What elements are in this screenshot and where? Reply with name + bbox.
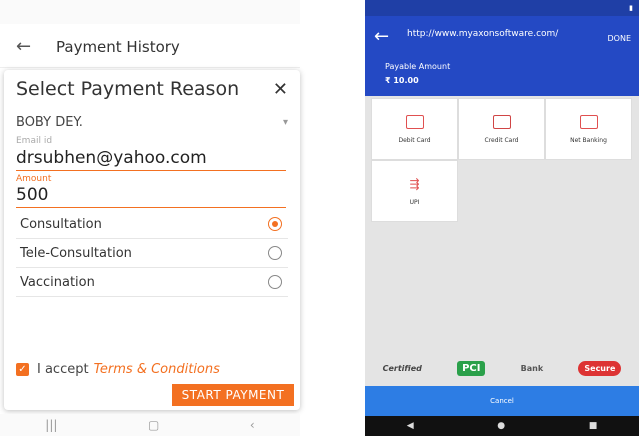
method-debit-card[interactable]: Debit Card: [371, 98, 458, 160]
done-button[interactable]: DONE: [608, 34, 632, 43]
back-arrow-icon[interactable]: ←: [16, 36, 56, 57]
certified-logo: Certified: [382, 363, 422, 373]
status-bar: ▮: [365, 0, 639, 16]
terms-acceptance: ✓ I accept Terms & Conditions: [16, 362, 220, 377]
start-payment-button[interactable]: START PAYMENT: [172, 384, 294, 406]
page-title: Payment History: [56, 37, 180, 56]
radio-selected-icon[interactable]: [268, 217, 282, 231]
recent-apps-icon[interactable]: |||: [45, 418, 57, 432]
monitor-icon: [579, 114, 598, 129]
url-text: http://www.myaxonsoftware.com/: [407, 29, 559, 39]
back-icon[interactable]: ◀: [407, 421, 414, 431]
left-phone-screen: ← Payment History Select Payment Reason …: [0, 0, 300, 436]
dropdown-icon: ▾: [282, 116, 288, 128]
radio-icon[interactable]: [268, 246, 282, 260]
android-nav-bar: ◀ ● ■: [365, 416, 639, 436]
patient-name: BOBY DEY.: [16, 114, 83, 130]
method-label: UPI: [409, 198, 420, 206]
checkbox-checked-icon[interactable]: ✓: [16, 363, 29, 376]
method-upi[interactable]: ⇶ UPI: [371, 160, 458, 222]
method-label: Credit Card: [484, 136, 519, 144]
payable-amount: ₹ 10.00: [385, 76, 419, 85]
upi-icon: ⇶: [409, 176, 420, 191]
email-field[interactable]: drsubhen@yahoo.com: [16, 148, 286, 171]
method-net-banking[interactable]: Net Banking: [545, 98, 632, 160]
cancel-button[interactable]: Cancel: [365, 386, 639, 416]
secure-logo: Secure: [578, 360, 622, 376]
reason-vaccination[interactable]: Vaccination: [16, 268, 288, 297]
dialog-title: Select Payment Reason: [16, 78, 240, 100]
reason-label: Vaccination: [20, 274, 95, 290]
method-credit-card[interactable]: Credit Card: [458, 98, 545, 160]
app-header: ← Payment History: [0, 26, 300, 68]
reason-label: Consultation: [20, 216, 102, 232]
android-nav-bar: ||| ▢ ‹: [0, 414, 300, 436]
right-phone-screen: ▮ ← http://www.myaxonsoftware.com/ DONE …: [365, 0, 639, 436]
browser-header: ← http://www.myaxonsoftware.com/ DONE Pa…: [365, 16, 639, 96]
debit-card-icon: [405, 114, 424, 129]
security-logos: Certified PCI Bank Secure: [365, 354, 639, 382]
terms-link[interactable]: Terms & Conditions: [94, 362, 220, 377]
payment-reason-dialog: Select Payment Reason ✕ BOBY DEY. ▾ Emai…: [4, 70, 300, 410]
amount-field[interactable]: 500: [16, 185, 286, 208]
payable-label: Payable Amount: [385, 62, 451, 71]
bank-logo: Bank: [520, 363, 544, 373]
credit-card-icon: [492, 114, 511, 129]
radio-icon[interactable]: [268, 275, 282, 289]
reason-list: Consultation Tele-Consultation Vaccinati…: [16, 210, 288, 297]
patient-select[interactable]: BOBY DEY. ▾: [16, 112, 288, 132]
home-icon[interactable]: ●: [497, 421, 505, 431]
home-icon[interactable]: ▢: [148, 418, 159, 432]
status-bar: [0, 0, 300, 24]
method-label: Net Banking: [570, 136, 607, 144]
back-arrow-icon[interactable]: ←: [374, 26, 389, 47]
reason-consultation[interactable]: Consultation: [16, 210, 288, 239]
amount-label: Amount: [16, 174, 52, 184]
recent-apps-icon[interactable]: ■: [589, 421, 598, 431]
email-label: Email id: [16, 136, 53, 146]
back-icon[interactable]: ‹: [250, 418, 255, 432]
battery-icon: ▮: [629, 4, 633, 12]
reason-label: Tele-Consultation: [20, 245, 132, 261]
method-label: Debit Card: [398, 136, 431, 144]
accept-text: I accept: [37, 362, 89, 377]
pci-logo: PCI: [457, 360, 486, 376]
close-icon[interactable]: ✕: [273, 79, 288, 100]
reason-tele-consultation[interactable]: Tele-Consultation: [16, 239, 288, 268]
payment-methods: Debit Card Credit Card Net Banking ⇶ UPI: [371, 98, 633, 222]
